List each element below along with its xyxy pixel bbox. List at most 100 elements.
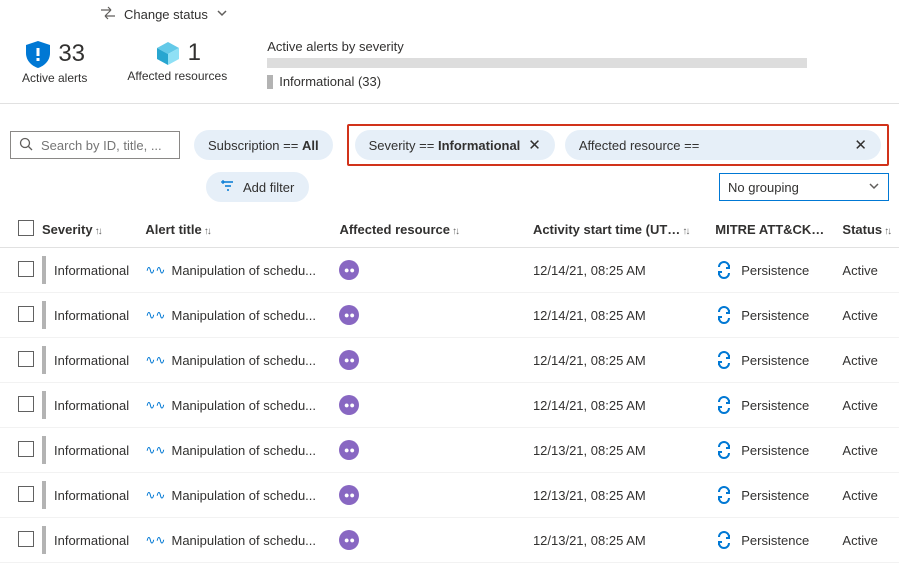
sort-icon: ↑↓ xyxy=(452,226,458,237)
table-row[interactable]: Informational∿∿Manipulation of schedu...… xyxy=(0,293,899,338)
change-status-icon xyxy=(100,6,116,23)
persistence-loop-icon xyxy=(715,351,733,369)
cell-mitre: Persistence xyxy=(741,488,809,503)
cell-start-time: 12/14/21, 08:25 AM xyxy=(533,398,646,413)
search-icon xyxy=(19,137,33,154)
cell-severity: Informational xyxy=(54,488,129,503)
close-icon[interactable]: ✕ xyxy=(528,136,541,154)
cell-mitre: Persistence xyxy=(741,308,809,323)
close-icon[interactable]: ✕ xyxy=(854,136,867,154)
summary-row: 33 Active alerts 1 Affected resources Ac… xyxy=(0,29,899,104)
alert-wave-icon: ∿∿ xyxy=(145,488,165,502)
severity-indicator xyxy=(42,526,46,554)
sort-icon: ↑↓ xyxy=(204,226,210,237)
cell-severity: Informational xyxy=(54,398,129,413)
table-row[interactable]: Informational ∿∿ Manipulation of schedu...… xyxy=(0,473,899,518)
cell-mitre: Persistence xyxy=(741,533,809,548)
cell-title: Manipulation of schedu... xyxy=(171,398,316,413)
subscription-filter-label: Subscription == xyxy=(208,138,302,153)
cell-start-time: 12/13/21, 08:25 AM xyxy=(533,443,646,458)
table-row[interactable]: Informational∿∿Manipulation of schedu...… xyxy=(0,248,899,293)
cell-status: Active xyxy=(842,308,877,323)
column-title[interactable]: Alert title↑↓ xyxy=(141,212,335,248)
select-all-checkbox[interactable] xyxy=(18,220,34,236)
severity-indicator xyxy=(42,436,46,464)
filters-row: Subscription == All Severity == Informat… xyxy=(0,104,899,172)
column-mitre[interactable]: MITRE ATT&CK… xyxy=(711,212,838,248)
table-row[interactable]: Informational∿∿Manipulation of schedu...… xyxy=(0,428,899,473)
table-row[interactable]: Informational∿∿Manipulation of schedu...… xyxy=(0,338,899,383)
cell-title: Manipulation of schedu... xyxy=(171,308,316,323)
filter-pill-subscription[interactable]: Subscription == All xyxy=(194,130,333,160)
cell-status: Active xyxy=(842,398,877,413)
cell-mitre: Persistence xyxy=(741,398,809,413)
severity-breakdown: Informational (33) xyxy=(267,74,877,89)
subscription-filter-value: All xyxy=(302,138,319,153)
persistence-loop-icon xyxy=(715,306,733,324)
column-start[interactable]: Activity start time (UT…↑↓ xyxy=(473,212,711,248)
row-checkbox[interactable] xyxy=(18,306,34,322)
cell-title: Manipulation of schedu... xyxy=(171,488,316,503)
affected-resources-label: Affected resources xyxy=(127,69,227,83)
cell-start-time: 12/14/21, 08:25 AM xyxy=(533,353,646,368)
filter-pill-affected-resource[interactable]: Affected resource == ✕ xyxy=(565,130,881,160)
add-filter-button[interactable]: Add filter xyxy=(206,172,309,202)
alert-wave-icon: ∿∿ xyxy=(145,398,165,412)
sort-icon: ↑↓ xyxy=(884,226,890,237)
severity-indicator xyxy=(42,301,46,329)
cell-severity: Informational xyxy=(54,263,129,278)
grouping-select[interactable]: No grouping xyxy=(719,173,889,201)
sort-icon: ↑↓ xyxy=(682,226,688,237)
row-checkbox[interactable] xyxy=(18,351,34,367)
cell-severity: Informational xyxy=(54,533,129,548)
alert-wave-icon: ∿∿ xyxy=(145,443,165,457)
column-severity[interactable]: Severity↑↓ xyxy=(38,212,141,248)
affected-resources-stat: 1 Affected resources xyxy=(127,39,227,83)
active-alerts-stat: 33 Active alerts xyxy=(22,39,87,85)
severity-indicator xyxy=(42,481,46,509)
add-filter-label: Add filter xyxy=(243,180,294,195)
change-status-button[interactable]: Change status xyxy=(124,7,208,22)
resource-avatar-icon: ●● xyxy=(339,260,359,280)
row-checkbox[interactable] xyxy=(18,396,34,412)
cell-mitre: Persistence xyxy=(741,263,809,278)
search-input[interactable] xyxy=(39,137,171,154)
add-filter-icon xyxy=(221,179,235,196)
alert-wave-icon: ∿∿ xyxy=(145,308,165,322)
severity-indicator xyxy=(42,391,46,419)
severity-filter-value: Informational xyxy=(438,138,520,153)
row-checkbox[interactable] xyxy=(18,441,34,457)
resource-avatar-icon: ●● xyxy=(339,350,359,370)
filters-row-2: Add filter No grouping xyxy=(0,172,899,212)
chevron-down-icon xyxy=(868,180,880,195)
resource-avatar-icon: ●● xyxy=(339,305,359,325)
cell-mitre: Persistence xyxy=(741,443,809,458)
column-resource[interactable]: Affected resource↑↓ xyxy=(335,212,472,248)
search-input-wrapper[interactable] xyxy=(10,131,180,159)
alerts-table: Severity↑↓ Alert title↑↓ Affected resour… xyxy=(0,212,899,563)
cell-title: Manipulation of schedu... xyxy=(171,353,316,368)
row-checkbox[interactable] xyxy=(18,486,34,502)
cell-start-time: 12/14/21, 08:25 AM xyxy=(533,263,646,278)
resource-avatar-icon: ●● xyxy=(339,530,359,550)
filter-pill-severity[interactable]: Severity == Informational ✕ xyxy=(355,130,555,160)
alert-wave-icon: ∿∿ xyxy=(145,353,165,367)
cell-start-time: 12/13/21, 08:25 AM xyxy=(533,533,646,548)
table-row[interactable]: Informational ∿∿ Manipulation of schedu...… xyxy=(0,383,899,428)
resource-avatar-icon: ●● xyxy=(339,485,359,505)
row-checkbox[interactable] xyxy=(18,261,34,277)
persistence-loop-icon xyxy=(715,261,733,279)
top-bar: Change status xyxy=(0,0,899,29)
shield-icon xyxy=(24,39,52,69)
cell-status: Active xyxy=(842,353,877,368)
severity-chip-informational xyxy=(267,75,273,89)
alert-wave-icon: ∿∿ xyxy=(145,263,165,277)
cell-title: Manipulation of schedu... xyxy=(171,443,316,458)
column-status[interactable]: Status↑↓ xyxy=(838,212,899,248)
cell-title: Manipulation of schedu... xyxy=(171,533,316,548)
table-row[interactable]: Informational∿∿Manipulation of schedu...… xyxy=(0,518,899,563)
row-checkbox[interactable] xyxy=(18,531,34,547)
chevron-down-icon[interactable] xyxy=(216,7,228,22)
persistence-loop-icon xyxy=(715,396,733,414)
cell-start-time: 12/13/21, 08:25 AM xyxy=(533,488,646,503)
